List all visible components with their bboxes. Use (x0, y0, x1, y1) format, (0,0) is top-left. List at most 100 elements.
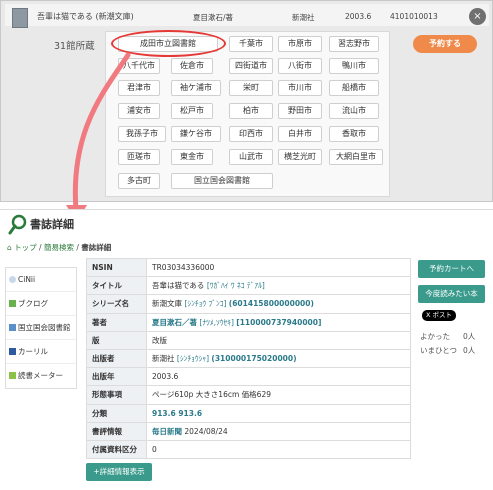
holdings-count: 31館所蔵 (54, 41, 95, 52)
classification-link[interactable]: 913.6 913.6 (152, 409, 202, 418)
table-row: 出版年 2003.6 (86, 367, 411, 387)
link-calil[interactable]: カーリル (6, 340, 76, 364)
library-button[interactable]: 浦安市 (118, 103, 160, 119)
library-button[interactable]: 多古町 (118, 173, 160, 189)
table-row: シリーズ名 新潮文庫 [ｼﾝﾁｮｳ ﾌﾞﾝｺ] (601415800000000) (86, 294, 411, 314)
row-key: 形態事項 (86, 385, 147, 405)
library-button[interactable]: 東金市 (171, 149, 213, 165)
library-button[interactable]: 八街市 (278, 58, 322, 74)
library-button[interactable]: 野田市 (278, 103, 322, 119)
review-source-link[interactable]: 毎日新聞 (152, 427, 182, 436)
value-text: TR03034336000 (152, 263, 215, 273)
breadcrumb-separator: / (36, 243, 44, 252)
table-row: 形態事項 ページ610p 大きさ16cm 価格629 (86, 385, 411, 405)
author-id-link[interactable]: [110000737940000] (236, 318, 321, 327)
review-date: 2024/08/24 (184, 426, 228, 436)
book-header: 吾輩は猫である (新潮文庫) 夏目漱石/著 新潮社 2003.6 4101010… (5, 4, 489, 28)
row-value: 夏目漱石／著 [ﾅﾂﾒ,ｿｳｾｷ] [110000737940000] (146, 312, 411, 332)
publisher-id-link[interactable]: (310000175020000) (211, 354, 296, 363)
booklog-icon (9, 300, 16, 307)
series-id-link[interactable]: (601415800000000) (229, 299, 314, 308)
count-label: いまひとつ (420, 346, 457, 355)
library-button[interactable]: 大網白里市 (329, 149, 383, 165)
library-button[interactable]: 国立国会図書館 (171, 173, 273, 189)
table-row: 分類 913.6 913.6 (86, 403, 411, 423)
kana-reading: [ｼﾝﾁｮｳｼｬ] (176, 354, 209, 364)
row-value: 毎日新聞 2024/08/24 (146, 421, 411, 441)
count-label: よかった (420, 332, 450, 341)
breadcrumb-current: 書誌詳細 (81, 243, 112, 252)
reserve-cart-button[interactable]: 予約カートへ (418, 260, 485, 278)
link-label: ブクログ (18, 299, 48, 308)
link-ndl[interactable]: 国立国会図書館 (6, 316, 76, 340)
library-button[interactable]: 市川市 (278, 80, 322, 96)
library-button[interactable]: 鎌ケ谷市 (171, 126, 221, 142)
library-button[interactable]: 柏市 (229, 103, 273, 119)
page-title: 書誌詳細 (30, 218, 74, 231)
library-button[interactable]: 四街道市 (229, 58, 273, 74)
kana-reading: [ｼﾝﾁｮｳ ﾌﾞﾝｺ] (184, 299, 227, 309)
table-row: NSIN TR03034336000 (86, 257, 411, 278)
row-key: シリーズ名 (86, 294, 147, 314)
link-bookmeter[interactable]: 読書メーター (6, 364, 76, 388)
book-title: 吾輩は猫である (新潮文庫) (37, 12, 134, 21)
external-links: CiNii ブクログ 国立国会図書館 カーリル 読書メーター (5, 267, 77, 389)
library-button[interactable]: 袖ケ浦市 (171, 80, 221, 96)
bibliographic-table: NSIN TR03034336000 タイトル 吾輩は猫である [ﾜｶﾞﾊｲ ﾜ ﾈ… (86, 257, 411, 460)
library-button[interactable]: 香取市 (329, 126, 379, 142)
home-icon: ⌂ (7, 243, 12, 252)
table-row: タイトル 吾輩は猫である [ﾜｶﾞﾊｲ ﾜ ﾈｺ ﾃﾞｱﾙ] (86, 276, 411, 296)
value-text: 2003.6 (152, 372, 179, 382)
value-text: 吾輩は猫である (152, 281, 205, 291)
row-key: 付属資料区分 (86, 439, 147, 460)
author-link[interactable]: 夏目漱石／著 (152, 318, 197, 327)
row-key: 出版年 (86, 367, 147, 387)
expand-details-button[interactable]: +詳細情報表示 (86, 463, 152, 481)
library-button[interactable]: 習志野市 (329, 36, 379, 52)
row-value: 新潮社 [ｼﾝﾁｮｳｼｬ] (310000175020000) (146, 348, 411, 369)
breadcrumb-simple-search[interactable]: 簡易検索 (44, 243, 74, 252)
breadcrumb-home[interactable]: トップ (14, 243, 37, 252)
link-label: カーリル (18, 347, 48, 356)
library-button[interactable]: 佐倉市 (171, 58, 213, 74)
close-button[interactable]: × (469, 8, 486, 25)
row-value: 913.6 913.6 (146, 403, 411, 423)
table-row: 版改版 (86, 330, 411, 350)
library-button[interactable]: 我孫子市 (118, 126, 166, 142)
kana-reading: [ﾜｶﾞﾊｲ ﾜ ﾈｺ ﾃﾞｱﾙ] (206, 281, 265, 291)
value-text: 0 (152, 444, 157, 454)
table-row: 著者 夏目漱石／著 [ﾅﾂﾒ,ｿｳｾｷ] [110000737940000] (86, 312, 411, 332)
table-row: 付属資料区分 0 (86, 439, 411, 460)
library-button[interactable]: 印西市 (229, 126, 273, 142)
reserve-button[interactable]: 予約する (413, 35, 477, 53)
count-value: 0人 (463, 346, 476, 355)
want-to-read-button[interactable]: 今度読みたい本 (418, 285, 485, 303)
library-button[interactable]: 八千代市 (118, 58, 160, 74)
x-post-button[interactable]: X ポスト (422, 310, 456, 321)
library-button[interactable]: 千葉市 (229, 36, 273, 52)
library-button[interactable]: 山武市 (229, 149, 273, 165)
bookmeter-icon (9, 372, 16, 379)
library-button[interactable]: 匝瑳市 (118, 149, 160, 165)
library-button[interactable]: 鴨川市 (329, 58, 379, 74)
library-button[interactable]: 白井市 (278, 126, 322, 142)
library-button[interactable]: 市原市 (278, 36, 322, 52)
row-value: 0 (146, 439, 411, 460)
row-value: 改版 (146, 330, 411, 350)
row-key: 分類 (86, 403, 147, 423)
link-label: 国立国会図書館 (18, 323, 71, 332)
link-cinii[interactable]: CiNii (6, 268, 76, 292)
library-button[interactable]: 船橋市 (329, 80, 379, 96)
library-button[interactable]: 横芝光町 (278, 149, 322, 165)
library-button[interactable]: 君津市 (118, 80, 160, 96)
library-button[interactable]: 松戸市 (171, 103, 213, 119)
value-text: 新潮文庫 (152, 299, 182, 309)
library-button[interactable]: 栄町 (229, 80, 273, 96)
calil-icon (9, 348, 16, 355)
holdings-panel: 吾輩は猫である (新潮文庫) 夏目漱石/著 新潮社 2003.6 4101010… (0, 0, 493, 202)
library-button[interactable]: 流山市 (329, 103, 379, 119)
row-value: TR03034336000 (146, 257, 411, 278)
link-booklog[interactable]: ブクログ (6, 292, 76, 316)
table-row: 書評情報 毎日新聞 2024/08/24 (86, 421, 411, 441)
ndl-icon (9, 324, 16, 331)
